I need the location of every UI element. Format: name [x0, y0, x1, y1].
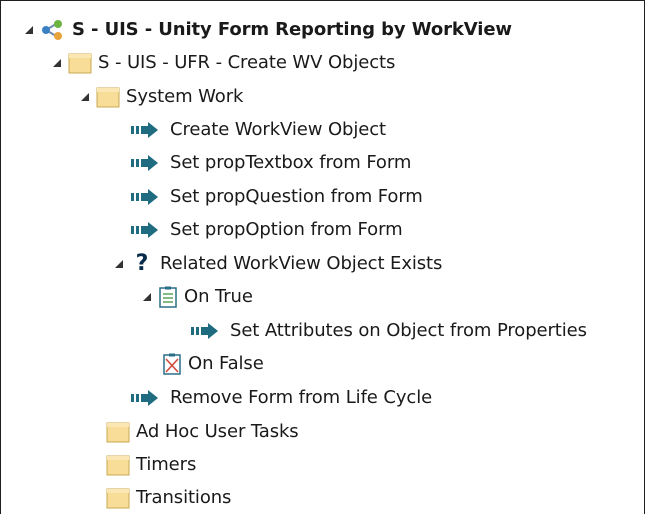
action-label: Set propQuestion from Form	[170, 186, 423, 207]
action-label: Remove Form from Life Cycle	[170, 387, 433, 408]
tree-node-on-false[interactable]: On False	[162, 347, 264, 380]
workflow-node-icon	[40, 19, 66, 41]
folder-icon	[106, 454, 130, 476]
folder-icon	[96, 86, 120, 108]
expand-triangle-icon[interactable]	[112, 259, 126, 269]
on-true-label: On True	[184, 286, 253, 307]
action-label: Set propTextbox from Form	[170, 152, 412, 173]
action-arrow-icon	[190, 322, 224, 340]
task-list-icon	[158, 286, 178, 308]
folder-label: Timers	[136, 454, 197, 475]
action-arrow-icon	[130, 221, 164, 239]
folder-icon	[106, 487, 130, 509]
action-arrow-icon	[130, 188, 164, 206]
expand-triangle-icon[interactable]	[140, 292, 154, 302]
action-label: Create WorkView Object	[170, 119, 386, 140]
question-mark-icon: ?	[135, 251, 149, 276]
root-label: S - UIS - Unity Form Reporting by WorkVi…	[72, 19, 512, 40]
tree-node-action[interactable]: Set propOption from Form	[130, 213, 403, 246]
tree-node-on-true[interactable]: On True	[140, 280, 253, 313]
tree-node-rule[interactable]: ? Related WorkView Object Exists	[112, 247, 442, 280]
tree-node-lifecycle[interactable]: S - UIS - UFR - Create WV Objects	[50, 46, 395, 79]
folder-label: Transitions	[136, 487, 232, 508]
expand-triangle-icon[interactable]	[50, 58, 64, 68]
lifecycle-label: S - UIS - UFR - Create WV Objects	[98, 52, 396, 73]
tree-node-action[interactable]: Remove Form from Life Cycle	[130, 381, 432, 414]
action-label: Set propOption from Form	[170, 219, 403, 240]
action-arrow-icon	[130, 389, 164, 407]
action-label: Set Attributes on Object from Properties	[230, 320, 587, 341]
tree-node-action[interactable]: Create WorkView Object	[130, 113, 386, 146]
folder-icon	[68, 52, 92, 74]
tree-node-action[interactable]: Set Attributes on Object from Properties	[190, 314, 587, 347]
system-work-label: System Work	[126, 86, 244, 107]
tree-node-folder-transitions[interactable]: Transitions	[106, 481, 231, 514]
rule-label: Related WorkView Object Exists	[160, 253, 443, 274]
action-arrow-icon	[130, 154, 164, 172]
folder-label: Ad Hoc User Tasks	[136, 421, 299, 442]
expand-triangle-icon[interactable]	[78, 92, 92, 102]
on-false-label: On False	[188, 353, 264, 374]
tree-node-root[interactable]: S - UIS - Unity Form Reporting by WorkVi…	[22, 13, 512, 46]
expand-triangle-icon[interactable]	[22, 25, 36, 35]
tree-node-action[interactable]: Set propTextbox from Form	[130, 146, 411, 179]
folder-icon	[106, 421, 130, 443]
action-arrow-icon	[130, 121, 164, 139]
tree-node-folder-timers[interactable]: Timers	[106, 448, 196, 481]
tree-node-action[interactable]: Set propQuestion from Form	[130, 180, 423, 213]
disabled-task-list-icon	[162, 353, 182, 375]
tree-node-system-work[interactable]: System Work	[78, 80, 243, 113]
tree-node-folder-ad-hoc[interactable]: Ad Hoc User Tasks	[106, 415, 299, 448]
